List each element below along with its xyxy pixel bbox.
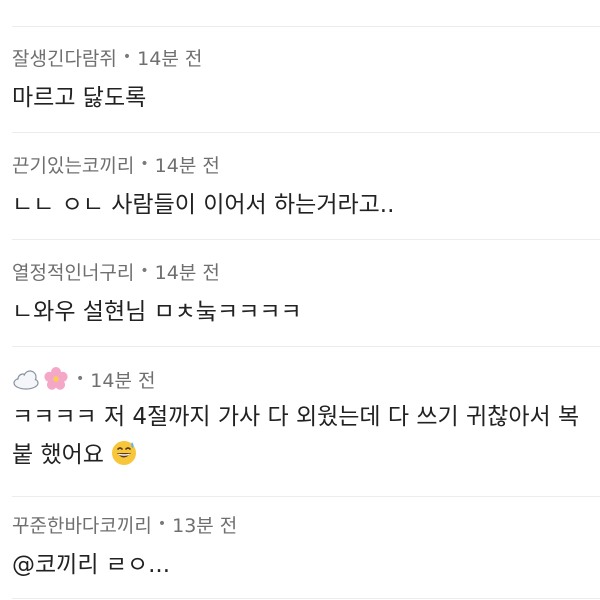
comment-item[interactable]: 열정적인너구리 • 14분 전 ㄴ와우 설현님 ㅁㅊ눜ㅋㅋㅋㅋ: [12, 258, 600, 332]
divider: [12, 26, 600, 27]
separator-dot: •: [76, 371, 85, 387]
comment-time: 13분 전: [172, 514, 238, 537]
divider: [12, 496, 600, 497]
comment-text: ㄴㄴ ㅇㄴ 사람들이 이어서 하는거라고..: [12, 192, 395, 218]
comment-author[interactable]: 잘생긴다람쥐: [12, 44, 117, 71]
cherry-blossom-icon: [44, 367, 68, 390]
comment-time: 14분 전: [137, 47, 203, 70]
comment-text-line: 붙 했어요: [12, 436, 600, 474]
separator-dot: •: [122, 49, 132, 65]
comment-author[interactable]: [12, 366, 70, 392]
previous-comment-cutoff: [12, 0, 372, 4]
comment-meta: 꾸준한바다코끼리 • 13분 전: [12, 511, 600, 537]
separator-dot: •: [140, 263, 149, 279]
divider: [12, 598, 600, 599]
comment-author[interactable]: 꾸준한바다코끼리: [12, 511, 152, 538]
cloud-icon: [13, 370, 39, 390]
comment-item[interactable]: 잘생긴다람쥐 • 14분 전 마르고 닳도록: [12, 44, 600, 118]
comment-item[interactable]: 꾸준한바다코끼리 • 13분 전 @코끼리 ㄹㅇ...: [12, 511, 600, 585]
comment-time: 14분 전: [154, 154, 220, 177]
comment-item[interactable]: 끈기있는코끼리 • 14분 전 ㄴㄴ ㅇㄴ 사람들이 이어서 하는거라고..: [12, 151, 600, 225]
separator-dot: •: [140, 156, 149, 172]
divider: [12, 239, 600, 240]
comment-author[interactable]: 열정적인너구리: [12, 258, 134, 285]
comment-text: ㅋㅋㅋㅋ 저 4절까지 가사 다 외웠는데 다 쓰기 귀찮아서 복 붙 했어요: [12, 398, 600, 474]
comment-text: @코끼리 ㄹㅇ...: [12, 552, 171, 578]
comment-text-line: ㅋㅋㅋㅋ 저 4절까지 가사 다 외웠는데 다 쓰기 귀찮아서 복: [12, 404, 580, 430]
divider: [12, 132, 600, 133]
comment-meta: 끈기있는코끼리 • 14분 전: [12, 151, 600, 177]
comment-time: 14분 전: [154, 261, 220, 284]
comment-list: 잘생긴다람쥐 • 14분 전 마르고 닳도록 끈기있는코끼리 • 14분 전 ㄴ…: [0, 0, 600, 600]
comment-text: 마르고 닳도록: [12, 85, 147, 111]
comment-meta: • 14분 전: [12, 366, 600, 392]
comment-time: 14분 전: [90, 369, 156, 392]
grinning-sweat-icon: [112, 441, 137, 465]
separator-dot: •: [157, 516, 167, 532]
comment-meta: 열정적인너구리 • 14분 전: [12, 258, 600, 284]
comment-text-segment: 붙 했어요: [12, 442, 104, 468]
comment-meta: 잘생긴다람쥐 • 14분 전: [12, 44, 600, 70]
comment-text: ㄴ와우 설현님 ㅁㅊ눜ㅋㅋㅋㅋ: [12, 299, 302, 325]
cloud-cherry-blossom-icon: [13, 367, 68, 390]
comment-item[interactable]: • 14분 전 ㅋㅋㅋㅋ 저 4절까지 가사 다 외웠는데 다 쓰기 귀찮아서 …: [12, 366, 600, 474]
comment-author[interactable]: 끈기있는코끼리: [12, 151, 134, 178]
divider: [12, 346, 600, 347]
